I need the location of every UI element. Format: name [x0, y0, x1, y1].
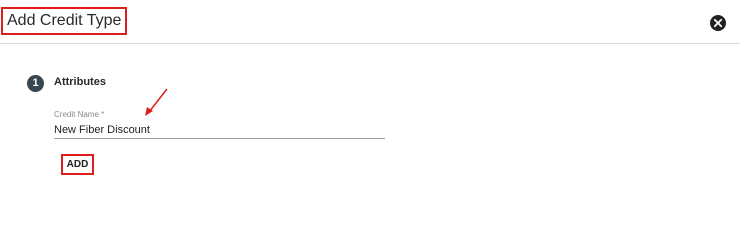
credit-name-input[interactable]	[54, 121, 385, 139]
red-arrow-icon	[145, 88, 168, 116]
credit-name-field: Credit Name *	[54, 110, 385, 140]
step-title: Attributes	[54, 76, 106, 88]
credit-name-label: Credit Name *	[54, 110, 105, 119]
add-button[interactable]: ADD	[63, 156, 92, 173]
dialog-header: Add Credit Type	[0, 0, 740, 44]
close-icon[interactable]	[709, 14, 727, 32]
step-number-badge: 1	[27, 75, 44, 92]
add-credit-type-dialog: Add Credit Type 1 Attributes Credit Name…	[0, 0, 740, 206]
dialog-title: Add Credit Type	[3, 9, 125, 33]
